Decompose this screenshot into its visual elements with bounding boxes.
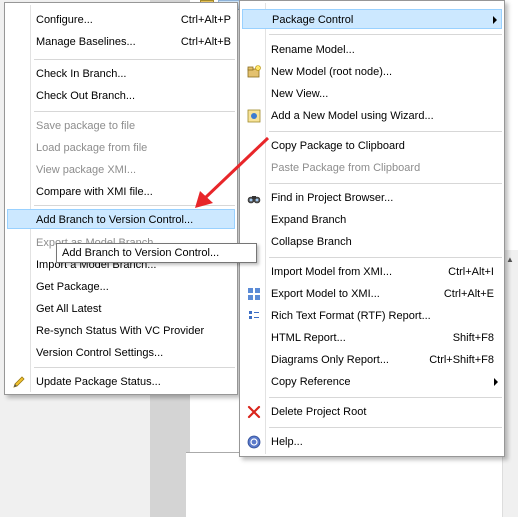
menu-item-label: Version Control Settings... (36, 347, 164, 359)
menu-item-label: Re-synch Status With VC Provider (36, 325, 205, 337)
menu-item-label: Find in Project Browser... (271, 192, 394, 204)
menu-item-label: Export Model to XMI... (271, 288, 380, 300)
menu-item-label: Get Package... (36, 281, 109, 293)
menu-item-label: Copy Reference (271, 376, 351, 388)
menu-item-shortcut: Ctrl+Alt+B (180, 36, 231, 48)
menu-item-label: Package Control (272, 14, 354, 26)
menu-item-rtf-report[interactable]: Rich Text Format (RTF) Report... (242, 306, 502, 326)
menu-item-save-package-to-file[interactable]: Save package to file (7, 116, 235, 136)
menu-item-update-package-status[interactable]: Update Package Status... (7, 372, 235, 392)
menu-item-new-model-root[interactable]: New Model (root node)... (242, 62, 502, 82)
menu-item-html-report[interactable]: HTML Report... Shift+F8 (242, 328, 502, 348)
menu-separator (34, 205, 235, 206)
menu-item-delete-project-root[interactable]: Delete Project Root (242, 402, 502, 422)
menu-item-shortcut: Ctrl+Alt+E (443, 288, 494, 300)
menu-item-shortcut: Ctrl+Shift+F8 (429, 354, 494, 366)
menu-item-load-package-from-file[interactable]: Load package from file (7, 138, 235, 158)
menu-separator (34, 59, 235, 60)
menu-item-check-in-branch[interactable]: Check In Branch... (7, 64, 235, 84)
menu-item-import-model-xmi[interactable]: Import Model from XMI... Ctrl+Alt+I (242, 262, 502, 282)
menu-item-label: Import Model from XMI... (271, 266, 393, 278)
menu-item-label: Check In Branch... (36, 68, 127, 80)
menu-item-label: New Model (root node)... (271, 66, 393, 78)
menu-item-diagrams-only-report[interactable]: Diagrams Only Report... Ctrl+Shift+F8 (242, 350, 502, 370)
menu-item-manage-baselines[interactable]: Manage Baselines... Ctrl+Alt+B (7, 32, 235, 52)
menu-item-new-view[interactable]: New View... (242, 84, 502, 104)
menu-item-add-model-wizard[interactable]: Add a New Model using Wizard... (242, 106, 502, 126)
menu-item-help[interactable]: Help... (242, 432, 502, 452)
menu-item-resynch-status[interactable]: Re-synch Status With VC Provider (7, 321, 235, 341)
menu-item-label: Copy Package to Clipboard (271, 140, 405, 152)
menu-item-label: Get All Latest (36, 303, 102, 315)
delete-x-icon (246, 404, 262, 420)
model-context-menu: Package Control Rename Model... New Mode… (239, 0, 505, 457)
menu-item-shortcut: Ctrl+Alt+I (448, 266, 494, 278)
menu-separator (34, 367, 235, 368)
menu-item-label: Add Branch to Version Control... (36, 214, 194, 226)
menu-item-label: View package XMI... (36, 164, 137, 176)
menu-item-shortcut: Shift+F8 (452, 332, 494, 344)
new-model-icon (246, 64, 262, 80)
help-icon (246, 434, 262, 450)
menu-item-collapse-branch[interactable]: Collapse Branch (242, 232, 502, 252)
menu-item-label: Add a New Model using Wizard... (271, 110, 434, 122)
menu-separator (269, 397, 502, 398)
menu-item-paste-package-clipboard[interactable]: Paste Package from Clipboard (242, 158, 502, 178)
menu-item-copy-reference[interactable]: Copy Reference (242, 372, 502, 392)
menu-item-label: Delete Project Root (271, 406, 367, 418)
menu-item-get-package[interactable]: Get Package... (7, 277, 235, 297)
menu-item-label: Compare with XMI file... (36, 186, 153, 198)
menu-item-label: Check Out Branch... (36, 90, 136, 102)
menu-item-copy-package-clipboard[interactable]: Copy Package to Clipboard (242, 136, 502, 156)
menu-item-configure[interactable]: Configure... Ctrl+Alt+P (7, 10, 235, 30)
menu-item-label: Expand Branch (271, 214, 347, 226)
menu-item-compare-with-xmi[interactable]: Compare with XMI file... (7, 182, 235, 202)
menu-item-label: New View... (271, 88, 329, 100)
menu-item-find-in-project-browser[interactable]: Find in Project Browser... (242, 188, 502, 208)
menu-item-expand-branch[interactable]: Expand Branch (242, 210, 502, 230)
menu-separator (269, 183, 502, 184)
menu-item-view-package-xmi[interactable]: View package XMI... (7, 160, 235, 180)
menu-item-label: Collapse Branch (271, 236, 352, 248)
tooltip: Add Branch to Version Control... (56, 243, 257, 263)
menu-separator (34, 111, 235, 112)
rtf-report-icon (246, 308, 262, 324)
menu-item-rename-model[interactable]: Rename Model... (242, 40, 502, 60)
menu-item-get-all-latest[interactable]: Get All Latest (7, 299, 235, 319)
submenu-arrow-icon (494, 378, 498, 386)
menu-item-package-control[interactable]: Package Control (242, 9, 502, 29)
menu-item-add-branch-to-version-control[interactable]: Add Branch to Version Control... (7, 209, 235, 229)
menu-item-label: HTML Report... (271, 332, 346, 344)
submenu-arrow-icon (493, 16, 497, 24)
menu-item-version-control-settings[interactable]: Version Control Settings... (7, 343, 235, 363)
menu-item-label: Update Package Status... (36, 376, 161, 388)
menu-separator (269, 427, 502, 428)
menu-item-label: Manage Baselines... (36, 36, 136, 48)
menu-separator (269, 257, 502, 258)
menu-item-label: Load package from file (36, 142, 148, 154)
menu-item-export-model-xmi[interactable]: Export Model to XMI... Ctrl+Alt+E (242, 284, 502, 304)
menu-item-label: Rename Model... (271, 44, 355, 56)
package-control-submenu: Configure... Ctrl+Alt+P Manage Baselines… (4, 2, 238, 395)
menu-item-check-out-branch[interactable]: Check Out Branch... (7, 86, 235, 106)
menu-item-label: Configure... (36, 14, 93, 26)
menu-item-shortcut: Ctrl+Alt+P (180, 14, 231, 26)
menu-item-label: Paste Package from Clipboard (271, 162, 421, 174)
background-window-content (186, 452, 518, 517)
menu-item-label: Help... (271, 436, 303, 448)
pencil-icon (11, 374, 27, 390)
menu-separator (269, 131, 502, 132)
menu-item-label: Save package to file (36, 120, 136, 132)
wizard-icon (246, 108, 262, 124)
menu-item-label: Diagrams Only Report... (271, 354, 389, 366)
menu-separator (269, 34, 502, 35)
export-xmi-icon (246, 286, 262, 302)
menu-item-label: Rich Text Format (RTF) Report... (271, 310, 431, 322)
binoculars-icon (246, 190, 262, 206)
